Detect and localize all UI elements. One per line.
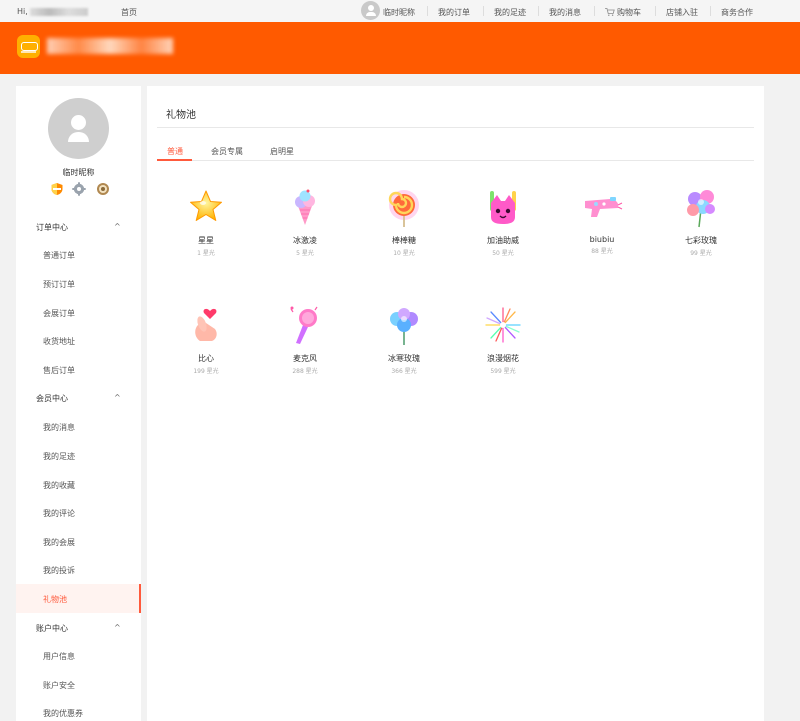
chevron-up-icon[interactable]: ^ [114, 393, 121, 402]
ice-cream-icon [295, 189, 315, 225]
divider [483, 6, 484, 16]
gift-price: 288 星光 [292, 368, 318, 375]
divider [427, 6, 428, 16]
sidebar-item-expo-orders[interactable]: 会展订单 [43, 308, 75, 319]
home-link[interactable]: 首页 [121, 7, 137, 18]
user-avatar-small[interactable] [361, 1, 380, 20]
blurred-username [29, 7, 88, 16]
gift-name: 加油助威 [487, 236, 519, 245]
sidebar-item-messages[interactable]: 我的消息 [43, 422, 75, 433]
sidebar-item-normal-orders[interactable]: 普通订单 [43, 250, 75, 261]
gift-name: 冰激凌 [293, 236, 317, 245]
sidebar-item-account-security[interactable]: 账户安全 [43, 680, 75, 691]
divider [594, 6, 595, 16]
gift-name: 星星 [198, 236, 214, 245]
sidebar-item-coupons[interactable]: 我的优惠券 [43, 708, 83, 719]
chevron-up-icon[interactable]: ^ [114, 222, 121, 231]
sidebar: 临时昵称 订单中心 ^ 普通订单 预订订单 会展订单 收货地址 售后订单 会员中… [16, 86, 141, 721]
gift-card[interactable]: biubiu 88 星光 [567, 185, 637, 255]
cart-label: 购物车 [617, 8, 641, 17]
divider [655, 6, 656, 16]
gift-name: 冰寒玫瑰 [388, 354, 420, 363]
greeting: Hi, [17, 7, 88, 16]
gift-card[interactable]: 冰寒玫瑰 366 星光 [369, 303, 439, 375]
sidebar-item-gift-pool[interactable]: 礼物池 [16, 584, 141, 613]
menu-group-account[interactable]: 账户中心 [36, 623, 68, 634]
cart-link[interactable]: 购物车 [605, 7, 641, 18]
gift-card[interactable]: 冰激凌 5 星光 [270, 185, 340, 257]
gear-badge-icon [72, 182, 86, 196]
sidebar-item-preorders[interactable]: 预订订单 [43, 279, 75, 290]
tab-normal[interactable]: 普通 [167, 146, 183, 157]
user-avatar[interactable] [48, 98, 109, 159]
sidebar-item-complaints[interactable]: 我的投诉 [43, 565, 75, 576]
shield-badge-icon [51, 183, 63, 195]
sidebar-item-after-sales[interactable]: 售后订单 [43, 365, 75, 376]
gift-name: 浪漫烟花 [487, 354, 519, 363]
microphone-icon [290, 306, 318, 344]
top-bar: Hi, 首页 临时昵称 我的订单 我的足迹 我的消息 购物车 店铺入驻 商务合作 [0, 0, 800, 22]
sidebar-nickname: 临时昵称 [62, 168, 95, 177]
divider [538, 6, 539, 16]
store-join-link[interactable]: 店铺入驻 [666, 7, 698, 18]
gift-card[interactable]: 七彩玫瑰 99 星光 [666, 185, 736, 257]
menu-group-orders[interactable]: 订单中心 [36, 222, 68, 233]
gift-name: 麦克风 [293, 354, 317, 363]
star-icon [190, 190, 222, 221]
gift-card[interactable]: 星星 1 星光 [171, 185, 241, 257]
gift-price: 99 星光 [690, 250, 712, 257]
finger-heart-icon [195, 308, 217, 341]
sidebar-item-favorites[interactable]: 我的收藏 [43, 480, 75, 491]
sidebar-item-address[interactable]: 收货地址 [43, 336, 75, 347]
my-orders-link[interactable]: 我的订单 [438, 7, 470, 18]
gift-card[interactable]: 加油助威 50 星光 [468, 185, 538, 257]
my-footprints-link[interactable]: 我的足迹 [494, 7, 526, 18]
business-link[interactable]: 商务合作 [721, 7, 753, 18]
gift-card[interactable]: 棒棒糖 10 星光 [369, 185, 439, 257]
gift-price: 88 星光 [591, 248, 613, 255]
sidebar-item-reviews[interactable]: 我的评论 [43, 508, 75, 519]
gift-card[interactable]: 比心 199 星光 [171, 303, 241, 375]
divider [157, 127, 754, 128]
gift-price: 50 星光 [492, 250, 514, 257]
active-tab-indicator [157, 159, 192, 161]
rainbow-rose-icon [687, 190, 715, 228]
tab-member-exclusive[interactable]: 会员专属 [211, 146, 243, 157]
chevron-up-icon[interactable]: ^ [114, 623, 121, 632]
gift-card[interactable]: 麦克风 288 星光 [270, 303, 340, 375]
gift-price: 10 星光 [393, 250, 415, 257]
gift-price: 199 星光 [193, 368, 219, 375]
gift-price: 1 星光 [197, 250, 215, 257]
shop-logo[interactable] [17, 35, 40, 58]
gift-card[interactable]: 浪漫烟花 599 星光 [468, 303, 538, 375]
gift-name: 七彩玫瑰 [685, 236, 717, 245]
tab-divider [157, 160, 754, 161]
medal-badge-icon [97, 183, 109, 195]
lollipop-icon [388, 190, 419, 227]
sidebar-item-label: 礼物池 [43, 595, 67, 604]
gift-price: 366 星光 [391, 368, 417, 375]
divider [710, 6, 711, 16]
gift-price: 5 星光 [296, 250, 314, 257]
ice-rose-icon [390, 308, 418, 345]
gift-name: 棒棒糖 [392, 236, 416, 245]
main-panel: 礼物池 普通 会员专属 启明星 星星 1 星光 冰激凌 5 星光 棒棒糖 10 … [147, 86, 764, 721]
fireworks-icon [485, 307, 521, 343]
menu-group-member[interactable]: 会员中心 [36, 393, 68, 404]
blurred-shop-name [47, 38, 173, 54]
gift-name: biubiu [589, 235, 615, 244]
sidebar-item-user-info[interactable]: 用户信息 [43, 651, 75, 662]
cart-icon [605, 8, 615, 16]
gift-price: 599 星光 [490, 368, 516, 375]
my-messages-link[interactable]: 我的消息 [549, 7, 581, 18]
greeting-text: Hi, [17, 7, 28, 16]
toy-gun-icon [585, 197, 623, 217]
topbar-nickname[interactable]: 临时昵称 [383, 7, 415, 18]
sidebar-item-my-expo[interactable]: 我的会展 [43, 537, 75, 548]
page-title: 礼物池 [166, 110, 196, 121]
cheer-icon [490, 191, 516, 224]
sidebar-item-footprints[interactable]: 我的足迹 [43, 451, 75, 462]
gift-name: 比心 [198, 354, 214, 363]
tab-qimingxing[interactable]: 启明星 [270, 146, 294, 157]
